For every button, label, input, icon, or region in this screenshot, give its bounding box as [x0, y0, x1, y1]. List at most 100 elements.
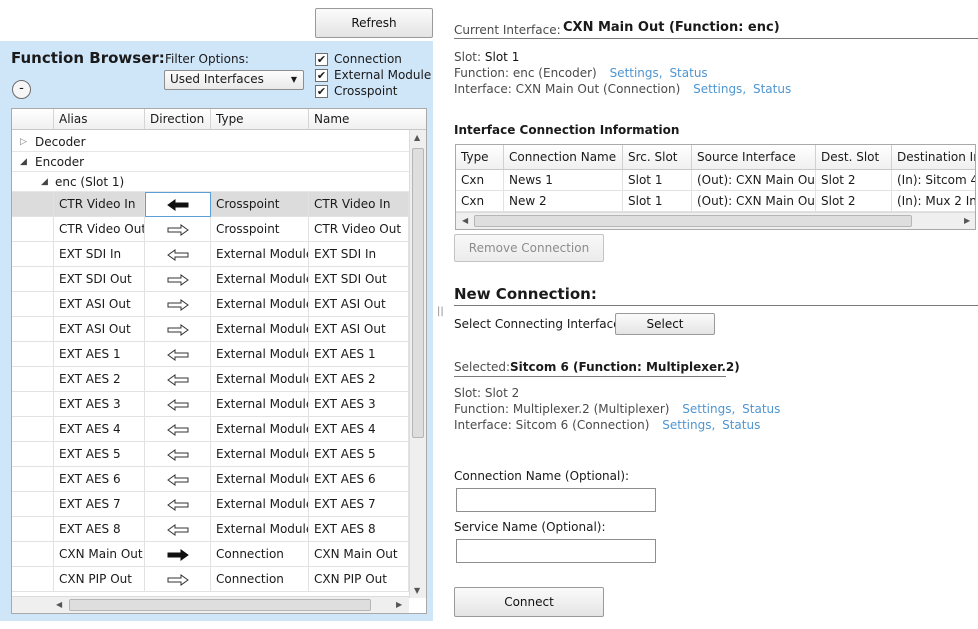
current-interface-label: Current Interface:: [454, 23, 561, 37]
alias-cell: EXT AES 4: [54, 417, 145, 442]
selected-interface-status-link[interactable]: Status: [722, 418, 760, 432]
type-cell: External Module: [211, 342, 309, 367]
panel-splitter[interactable]: ||: [437, 306, 444, 317]
column-header-src-slot[interactable]: Src. Slot: [623, 145, 692, 170]
collapse-arrow-icon[interactable]: ◢: [20, 152, 27, 172]
connection-name-input[interactable]: [456, 488, 656, 512]
current-function: Function: enc (Encoder) Settings, Status: [454, 66, 708, 80]
alias-cell: EXT SDI In: [54, 242, 145, 267]
expand-arrow-icon[interactable]: ▷: [20, 132, 27, 152]
arrow-left-icon: [166, 472, 189, 486]
table-row[interactable]: EXT AES 4 External Module EXT AES 4: [12, 417, 409, 442]
name-cell: EXT AES 7: [309, 492, 409, 517]
type-cell: External Module: [211, 242, 309, 267]
table-row[interactable]: EXT ASI Out External Module EXT ASI Out: [12, 292, 409, 317]
column-header-type[interactable]: Type: [211, 109, 309, 130]
arrow-left-icon: [166, 447, 189, 461]
select-interface-button[interactable]: Select: [615, 313, 715, 335]
table-row[interactable]: CXN PIP Out Connection CXN PIP Out: [12, 567, 409, 592]
grid-horizontal-scrollbar[interactable]: ◀ ▶: [12, 596, 409, 613]
function-status-link[interactable]: Status: [669, 66, 707, 80]
type-cell: Crosspoint: [211, 217, 309, 242]
scroll-thumb[interactable]: [474, 215, 912, 227]
filter-dropdown[interactable]: Used Interfaces ▼: [164, 70, 304, 90]
name-cell: EXT AES 4: [309, 417, 409, 442]
type-cell: External Module: [211, 417, 309, 442]
selected-function-status-link[interactable]: Status: [742, 402, 780, 416]
collapse-all-button[interactable]: -: [12, 80, 31, 99]
column-header-alias[interactable]: Alias: [54, 109, 145, 130]
connection-name-cell: New 2: [504, 191, 623, 212]
refresh-button[interactable]: Refresh: [315, 8, 433, 38]
type-cell: External Module: [211, 492, 309, 517]
table-row[interactable]: CTR Video Out Crosspoint CTR Video Out: [12, 217, 409, 242]
current-interface-line: Interface: CXN Main Out (Connection) Set…: [454, 82, 791, 96]
table-row[interactable]: CTR Video In Crosspoint CTR Video In: [12, 192, 409, 217]
row-indent: [12, 492, 54, 517]
subgroup-label: enc (Slot 1): [55, 175, 125, 189]
table-row[interactable]: EXT AES 3 External Module EXT AES 3: [12, 392, 409, 417]
row-indent: [12, 317, 54, 342]
scroll-left-icon[interactable]: ◀: [56, 600, 62, 609]
scroll-left-icon[interactable]: ◀: [462, 216, 468, 225]
divider: [454, 305, 978, 306]
scroll-right-icon[interactable]: ▶: [964, 216, 970, 225]
remove-connection-button[interactable]: Remove Connection: [454, 234, 604, 262]
column-header-destination-interface[interactable]: Destination In: [892, 145, 975, 170]
name-cell: EXT AES 2: [309, 367, 409, 392]
alias-cell: CXN Main Out: [54, 542, 145, 567]
alias-cell: EXT AES 3: [54, 392, 145, 417]
selected-interface-settings-link[interactable]: Settings,: [662, 418, 715, 432]
column-header-type[interactable]: Type: [456, 145, 504, 170]
connection-table-hscrollbar[interactable]: ◀ ▶: [456, 212, 975, 229]
table-row[interactable]: CXN Main Out Connection CXN Main Out: [12, 542, 409, 567]
checkbox-crosspoint-label: Crosspoint: [334, 84, 398, 98]
table-row[interactable]: EXT AES 6 External Module EXT AES 6: [12, 467, 409, 492]
checkbox-external-module-label: External Module: [334, 68, 432, 82]
column-header-name[interactable]: Name: [309, 109, 426, 130]
checkbox-connection-label: Connection: [334, 52, 402, 66]
scroll-thumb[interactable]: [69, 599, 371, 611]
group-encoder[interactable]: ◢ Encoder: [12, 152, 409, 172]
selected-interface: Interface: Sitcom 6 (Connection) Setting…: [454, 418, 760, 432]
scroll-right-icon[interactable]: ▶: [396, 600, 402, 609]
service-name-input[interactable]: [456, 539, 656, 563]
check-icon: ✔: [315, 69, 328, 82]
name-cell: CTR Video Out: [309, 217, 409, 242]
subgroup-enc[interactable]: ◢ enc (Slot 1): [12, 172, 409, 192]
direction-cell: [145, 492, 211, 517]
column-header-source-interface[interactable]: Source Interface: [692, 145, 816, 170]
scroll-down-icon[interactable]: ▼: [414, 586, 420, 595]
arrow-right-icon: [167, 572, 189, 586]
table-row[interactable]: EXT AES 8 External Module EXT AES 8: [12, 517, 409, 542]
connection-name-label: Connection Name (Optional):: [454, 469, 630, 483]
table-row[interactable]: EXT ASI Out External Module EXT ASI Out: [12, 317, 409, 342]
table-row[interactable]: EXT SDI In External Module EXT SDI In: [12, 242, 409, 267]
table-row[interactable]: Cxn News 1 Slot 1 (Out): CXN Main Out Slot 2…: [456, 170, 975, 191]
table-row[interactable]: EXT AES 5 External Module EXT AES 5: [12, 442, 409, 467]
row-indent: [12, 292, 54, 317]
connect-button[interactable]: Connect: [454, 587, 604, 617]
scroll-thumb[interactable]: [412, 148, 424, 438]
column-header-connection-name[interactable]: Connection Name: [504, 145, 623, 170]
column-header-dest-slot[interactable]: Dest. Slot: [816, 145, 892, 170]
scroll-up-icon[interactable]: ▲: [414, 133, 420, 142]
row-indent: [12, 392, 54, 417]
interface-settings-link[interactable]: Settings,: [693, 82, 746, 96]
grid-vertical-scrollbar[interactable]: ▲ ▼: [409, 130, 426, 598]
group-decoder[interactable]: ▷ Decoder: [12, 132, 409, 152]
src-slot-cell: Slot 1: [623, 191, 692, 212]
direction-cell: [145, 267, 211, 292]
table-row[interactable]: EXT AES 1 External Module EXT AES 1: [12, 342, 409, 367]
function-settings-link[interactable]: Settings,: [610, 66, 663, 80]
interface-status-link[interactable]: Status: [753, 82, 791, 96]
direction-cell: [145, 467, 211, 492]
table-row[interactable]: EXT SDI Out External Module EXT SDI Out: [12, 267, 409, 292]
alias-cell: EXT AES 2: [54, 367, 145, 392]
collapse-arrow-icon[interactable]: ◢: [41, 172, 48, 192]
column-header-direction[interactable]: Direction: [145, 109, 211, 130]
selected-function-settings-link[interactable]: Settings,: [682, 402, 735, 416]
table-row[interactable]: EXT AES 7 External Module EXT AES 7: [12, 492, 409, 517]
table-row[interactable]: Cxn New 2 Slot 1 (Out): CXN Main Out Slot 2(…: [456, 191, 975, 212]
table-row[interactable]: EXT AES 2 External Module EXT AES 2: [12, 367, 409, 392]
